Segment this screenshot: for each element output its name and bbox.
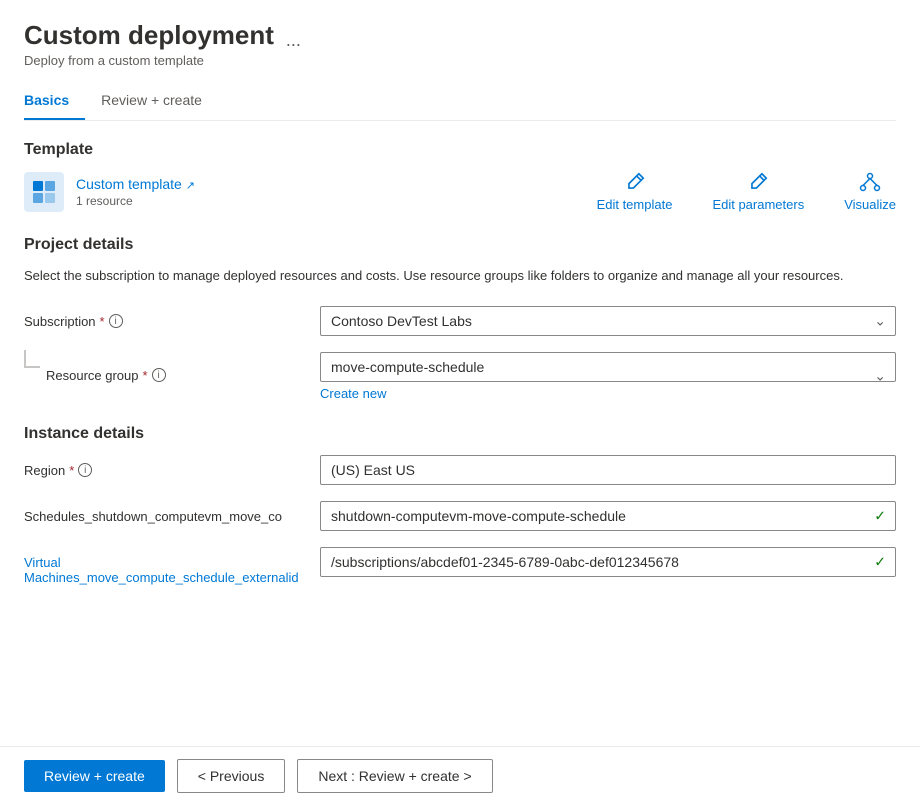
template-section-title: Template bbox=[24, 141, 896, 159]
subscription-info-icon[interactable]: i bbox=[109, 314, 123, 328]
schedules-shutdown-label: Schedules_shutdown_computevm_move_co bbox=[24, 501, 304, 524]
instance-details-section: Instance details Region * i Schedules_sh… bbox=[24, 425, 896, 585]
next-button[interactable]: Next : Review + create > bbox=[297, 759, 492, 793]
edit-template-label: Edit template bbox=[597, 197, 673, 212]
instance-details-title: Instance details bbox=[24, 425, 896, 443]
edit-parameters-label: Edit parameters bbox=[712, 197, 804, 212]
region-input[interactable] bbox=[320, 455, 896, 485]
subscription-control: Contoso DevTest Labs ⌄ bbox=[320, 306, 896, 336]
tab-basics[interactable]: Basics bbox=[24, 84, 85, 120]
subscription-row: Subscription * i Contoso DevTest Labs ⌄ bbox=[24, 306, 896, 336]
virtual-machines-label: Virtual Machines_move_compute_schedule_e… bbox=[24, 547, 304, 585]
template-resource-count: 1 resource bbox=[76, 194, 195, 208]
edit-template-button[interactable]: Edit template bbox=[597, 171, 673, 212]
visualize-button[interactable]: Visualize bbox=[844, 171, 896, 212]
resource-group-label: Resource group * i bbox=[46, 360, 166, 383]
resource-group-row: Resource group * i move-compute-schedule… bbox=[24, 352, 896, 401]
schedules-shutdown-row: Schedules_shutdown_computevm_move_co shu… bbox=[24, 501, 896, 531]
edit-parameters-button[interactable]: Edit parameters bbox=[712, 171, 804, 212]
region-control bbox=[320, 455, 896, 485]
page-header: Custom deployment ... Deploy from a cust… bbox=[24, 20, 896, 68]
visualize-icon bbox=[859, 171, 881, 193]
visualize-label: Visualize bbox=[844, 197, 896, 212]
tab-review-create[interactable]: Review + create bbox=[101, 84, 218, 120]
template-section: Template Custom template ↗ 1 resource bbox=[24, 141, 896, 212]
template-actions: Edit template Edit parameters bbox=[597, 171, 896, 212]
schedules-shutdown-select[interactable]: shutdown-computevm-move-compute-schedule bbox=[320, 501, 896, 531]
virtual-machines-control: /subscriptions/abcdef01-2345-6789-0abc-d… bbox=[320, 547, 896, 577]
schedules-shutdown-control: shutdown-computevm-move-compute-schedule… bbox=[320, 501, 896, 531]
external-link-icon: ↗ bbox=[186, 180, 195, 192]
virtual-machines-select[interactable]: /subscriptions/abcdef01-2345-6789-0abc-d… bbox=[320, 547, 896, 577]
region-row: Region * i bbox=[24, 455, 896, 485]
resource-group-control: move-compute-schedule ⌄ Create new bbox=[320, 352, 896, 401]
template-row: Custom template ↗ 1 resource Edit templa… bbox=[24, 171, 896, 212]
project-details-desc: Select the subscription to manage deploy… bbox=[24, 266, 896, 286]
edit-template-icon bbox=[624, 171, 646, 193]
subscription-label: Subscription * i bbox=[24, 306, 304, 329]
footer-bar: Review + create < Previous Next : Review… bbox=[0, 746, 920, 805]
resource-group-indent bbox=[24, 350, 40, 368]
ellipsis-menu[interactable]: ... bbox=[286, 30, 301, 50]
subscription-select[interactable]: Contoso DevTest Labs bbox=[320, 306, 896, 336]
previous-button[interactable]: < Previous bbox=[177, 759, 286, 793]
region-label: Region * i bbox=[24, 455, 304, 478]
virtual-machines-row: Virtual Machines_move_compute_schedule_e… bbox=[24, 547, 896, 585]
review-create-button[interactable]: Review + create bbox=[24, 760, 165, 792]
template-icon bbox=[24, 172, 64, 212]
resource-group-label-wrapper: Resource group * i bbox=[24, 352, 304, 383]
resource-group-info-icon[interactable]: i bbox=[152, 368, 166, 382]
region-info-icon[interactable]: i bbox=[78, 463, 92, 477]
resource-group-select[interactable]: move-compute-schedule bbox=[320, 352, 896, 382]
tab-bar: Basics Review + create bbox=[24, 84, 896, 121]
project-details-section: Project details Select the subscription … bbox=[24, 236, 896, 401]
edit-parameters-icon bbox=[747, 171, 769, 193]
project-details-title: Project details bbox=[24, 236, 896, 254]
resource-group-required: * bbox=[143, 368, 148, 383]
template-info: Custom template ↗ 1 resource bbox=[24, 172, 195, 212]
create-new-link[interactable]: Create new bbox=[320, 386, 896, 401]
page-subtitle: Deploy from a custom template bbox=[24, 53, 896, 68]
template-name-link[interactable]: Custom template ↗ bbox=[76, 176, 195, 192]
page-title: Custom deployment bbox=[24, 20, 274, 51]
subscription-required: * bbox=[100, 314, 105, 329]
region-required: * bbox=[69, 463, 74, 478]
